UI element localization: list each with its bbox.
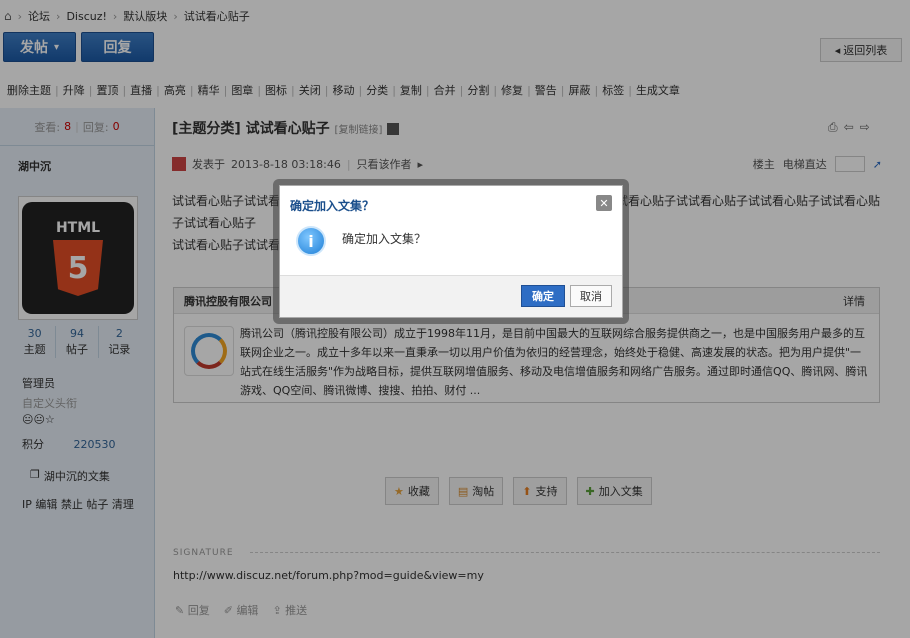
info-icon: i <box>296 226 326 256</box>
confirm-button[interactable]: 确定 <box>521 285 565 307</box>
confirm-dialog: 确定加入文集？ ✕ i 确定加入文集？ 确定 取消 <box>279 185 623 318</box>
dialog-footer: 确定 取消 <box>280 275 622 317</box>
cancel-button[interactable]: 取消 <box>570 285 612 307</box>
close-icon[interactable]: ✕ <box>596 195 612 211</box>
dialog-message: 确定加入文集？ <box>342 232 427 246</box>
dialog-title: 确定加入文集？ <box>290 199 375 213</box>
